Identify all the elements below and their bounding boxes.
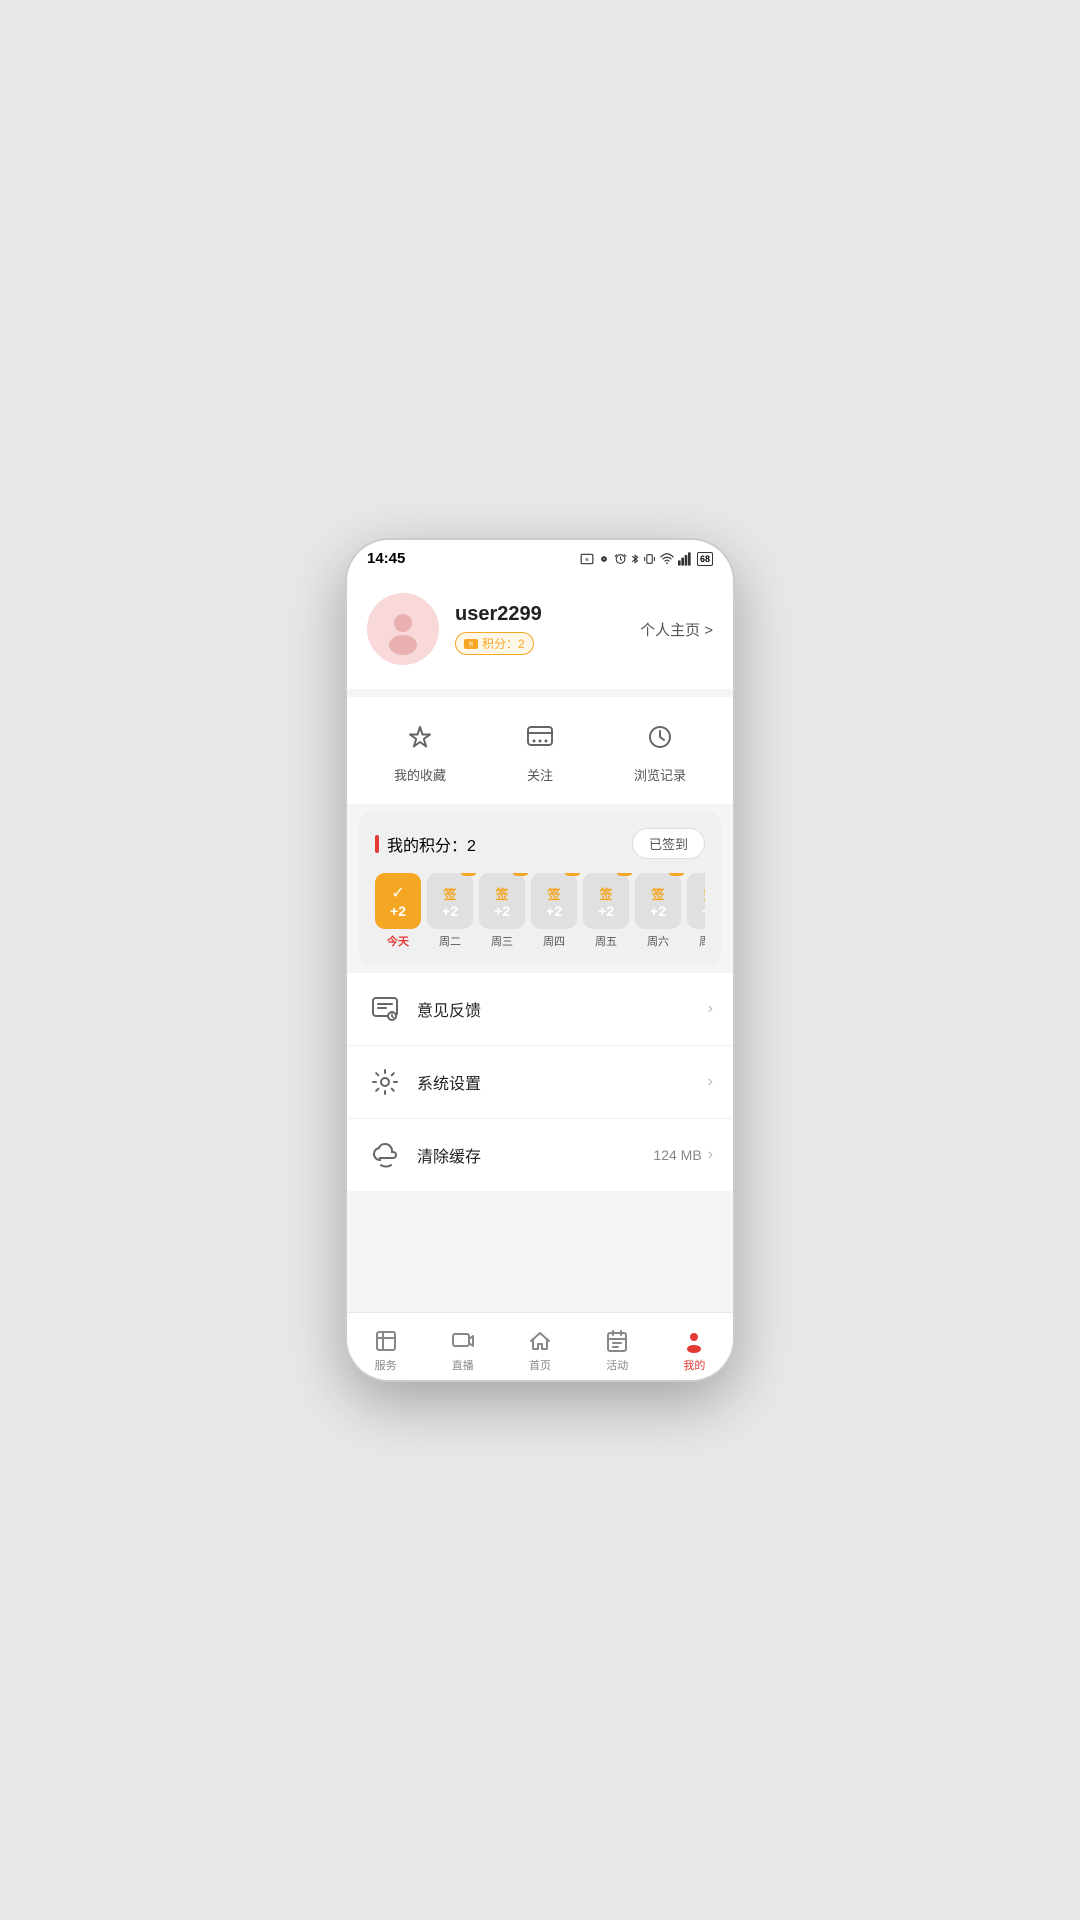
history-icon [640,717,680,757]
points-card-title: 我的积分：2 [375,832,476,856]
signed-button[interactable]: 已签到 [632,828,705,859]
day-card-周六[interactable]: +4签+2周六 [635,873,681,949]
signal-icon [678,552,694,566]
day-card-周三[interactable]: +2签+2周三 [479,873,525,949]
tab-home[interactable]: 首页 [501,1321,578,1373]
menu-arrow-settings: › [708,1073,713,1091]
tab-mine[interactable]: 我的 [656,1321,733,1373]
tab-label-service: 服务 [375,1357,397,1373]
favorites-icon [400,717,440,757]
profile-link-btn[interactable]: 个人主页 > [640,619,713,640]
feedback-icon [367,991,403,1027]
following-action[interactable]: 关注 [520,717,560,784]
points-badge: 币 积分：2 [455,632,534,655]
nfc-icon: N [580,552,594,566]
status-time: 14:45 [367,550,405,567]
menu-item-settings[interactable]: 系统设置› [347,1046,733,1119]
day-cards-row: ✓+2今天+2签+2周二+2签+2周三+2签+2周四+4签+2周五+4签+2周六… [375,873,705,949]
points-badge-icon: 币 [464,639,478,649]
service-icon [374,1329,398,1353]
points-card-header: 我的积分：2 已签到 [375,828,705,859]
cache-icon [367,1137,403,1173]
menu-arrow-cache: › [708,1146,713,1164]
spacer [347,1191,733,1207]
profile-section: user2299 币 积分：2 个人主页 > [347,573,733,689]
red-bar [375,835,379,853]
tab-live[interactable]: 直播 [424,1321,501,1373]
home-icon [528,1329,552,1353]
following-icon [520,717,560,757]
following-label: 关注 [527,765,553,784]
tab-label-activity: 活动 [606,1357,628,1373]
profile-info: user2299 币 积分：2 [455,603,624,655]
bluetooth-icon [630,552,640,566]
camera-icon [597,552,611,566]
history-label: 浏览记录 [634,765,686,784]
day-card-周日[interactable]: +6签+2周日 [687,873,705,949]
content-area: user2299 币 积分：2 个人主页 > [347,573,733,1309]
day-card-周五[interactable]: +4签+2周五 [583,873,629,949]
menu-value-cache: 124 MB [653,1147,701,1163]
tab-label-home: 首页 [529,1357,551,1373]
settings-icon [367,1064,403,1100]
day-card-周二[interactable]: +2签+2周二 [427,873,473,949]
battery-icon: 68 [697,552,713,566]
day-card-周四[interactable]: +2签+2周四 [531,873,577,949]
points-label: 积分：2 [482,635,525,652]
points-card: 我的积分：2 已签到 ✓+2今天+2签+2周二+2签+2周三+2签+2周四+4签… [359,812,721,965]
menu-label-feedback: 意见反馈 [417,997,708,1021]
username: user2299 [455,603,624,626]
menu-section: 意见反馈› 系统设置› 清除缓存124 MB› [347,973,733,1191]
tab-label-mine: 我的 [683,1357,705,1373]
menu-arrow-feedback: › [708,1000,713,1018]
live-icon [451,1329,475,1353]
favorites-label: 我的收藏 [394,765,446,784]
vibrate-icon [643,552,656,566]
tab-service[interactable]: 服务 [347,1321,424,1373]
status-bar: 14:45 N [347,540,733,573]
menu-label-cache: 清除缓存 [417,1143,653,1167]
tab-bar: 服务 直播 首页 活动 我的 [347,1312,733,1380]
svg-text:币: 币 [468,641,473,648]
wifi-icon [659,552,675,566]
activity-icon [605,1329,629,1353]
svg-text:N: N [586,556,589,561]
alarm-icon [614,552,627,565]
menu-item-feedback[interactable]: 意见反馈› [347,973,733,1046]
favorites-action[interactable]: 我的收藏 [394,717,446,784]
tab-activity[interactable]: 活动 [579,1321,656,1373]
quick-actions: 我的收藏 关注 [347,697,733,804]
status-icons: N [580,552,713,566]
tab-label-live: 直播 [452,1357,474,1373]
history-action[interactable]: 浏览记录 [634,717,686,784]
menu-label-settings: 系统设置 [417,1070,708,1094]
points-card-title-text: 我的积分：2 [387,832,476,856]
day-card-今天[interactable]: ✓+2今天 [375,873,421,949]
avatar-icon [381,607,425,651]
phone-frame: 14:45 N [345,538,735,1382]
menu-item-cache[interactable]: 清除缓存124 MB › [347,1119,733,1191]
avatar [367,593,439,665]
mine-icon [682,1329,706,1353]
